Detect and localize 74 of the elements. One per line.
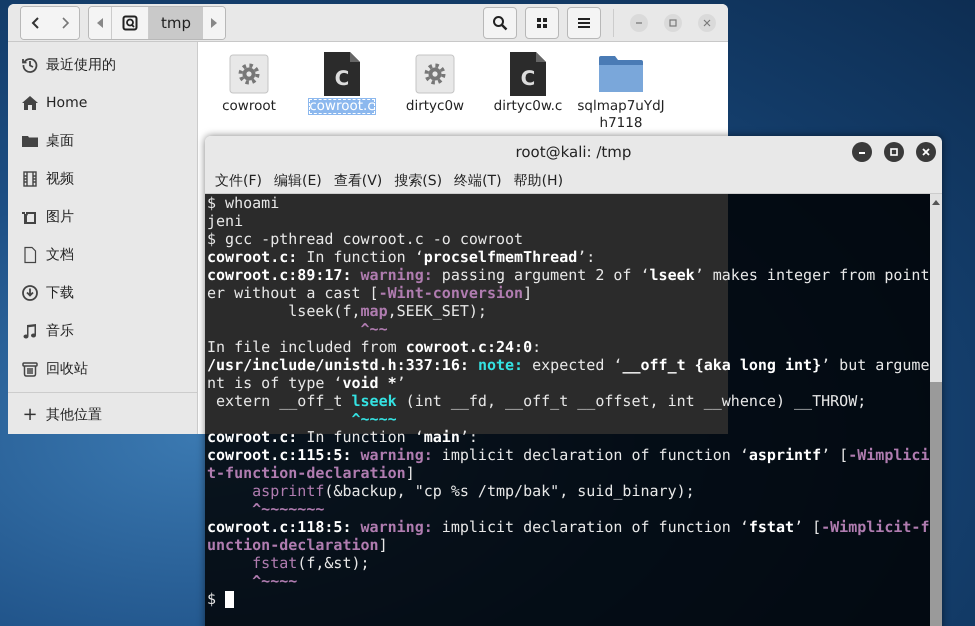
sidebar-item[interactable]: 最近使用的	[46, 56, 116, 74]
terminal-line: t-function-declaration]	[207, 464, 416, 482]
sidebar-item[interactable]: Home	[46, 95, 88, 111]
search-button[interactable]	[483, 6, 517, 38]
back-button[interactable]	[21, 6, 50, 38]
terminal-line: cowroot.c:115:5: warning: implicit declaration of function ‘asprintf’ [-Wimplici	[207, 446, 930, 464]
scroll-up-icon[interactable]	[931, 198, 941, 206]
grid-view-button[interactable]	[525, 6, 559, 38]
menu-item[interactable]: 终端(T)	[448, 172, 508, 190]
file-name[interactable]: sqlmap7uYdJh7118	[575, 98, 667, 132]
close-icon	[702, 18, 712, 28]
menu-item[interactable]: 搜索(S)	[388, 172, 448, 190]
terminal-line: cowroot.c:89:17: warning: passing argument 2 of ‘lseek’ makes integer from point	[207, 266, 930, 284]
terminal-line: er without a cast [-Wint-conversion]	[207, 284, 534, 302]
terminal-line: ^~~~~	[251, 572, 298, 590]
house-icon	[21, 94, 39, 112]
terminal-line: cowroot.c:118:5: warning: implicit declaration of function ‘fstat’ [-Wimplicit-f	[207, 518, 930, 536]
sidebar-item[interactable]: 文档	[46, 246, 74, 264]
menu-item[interactable]: 编辑(E)	[268, 172, 328, 190]
sidebar-item[interactable]: 下载	[46, 284, 74, 302]
sidebar-item[interactable]: 桌面	[46, 132, 74, 150]
clock-icon	[21, 56, 39, 74]
triangle-left-icon	[96, 18, 104, 28]
terminal-line: fstat(f,&st);	[251, 554, 371, 572]
triangle-right-icon	[210, 18, 218, 28]
file-name[interactable]: dirtyc0w.c	[492, 98, 564, 115]
terminal-line: nt is of type ‘void *’	[207, 374, 407, 392]
terminal-line: In file included from cowroot.c:24:0:	[207, 338, 542, 356]
terminal-line: cowroot.c: In function ‘procselfmemThread’:	[207, 248, 596, 266]
other-locations-item[interactable]: 其他位置	[46, 406, 102, 424]
menu-item[interactable]: 文件(F)	[209, 172, 268, 190]
terminal-line: ^~~~~~~~	[251, 500, 326, 518]
maximize-icon	[889, 147, 899, 157]
c-file-icon[interactable]: C	[323, 51, 361, 97]
terminal-line: $ gcc -pthread cowroot.c -o cowroot	[207, 230, 524, 248]
grid-icon	[536, 16, 548, 28]
minimize-button[interactable]	[852, 142, 872, 162]
film-icon	[21, 170, 39, 188]
maximize-button[interactable]	[884, 142, 904, 162]
plus-icon: +	[21, 406, 39, 424]
terminal-line: extern __off_t lseek (int __fd, __off_t __offset, int __whence) __THROW;	[215, 392, 868, 410]
sidebar-item[interactable]: 视频	[46, 170, 74, 188]
shell-prompt: $	[207, 590, 218, 608]
menu-item[interactable]: 帮助(H)	[508, 172, 570, 190]
sidebar-item[interactable]: 回收站	[46, 360, 88, 378]
download-icon	[21, 284, 39, 302]
terminal-line: $ whoami	[207, 194, 280, 212]
terminal-line: jeni	[207, 212, 244, 230]
file-name[interactable]: dirtyc0w	[404, 98, 466, 115]
terminal-line: ^~~	[360, 320, 389, 338]
path-segment-button[interactable]: tmp	[148, 6, 204, 38]
terminal-line: /usr/include/unistd.h:337:16: note: expected ‘__off_t {aka long int}’ but argume	[207, 356, 930, 374]
sidebar-item[interactable]: 音乐	[46, 322, 74, 340]
music-note-icon	[21, 322, 39, 340]
file-name[interactable]: cowroot	[221, 98, 277, 115]
drive-icon	[122, 14, 138, 30]
menu-button[interactable]	[567, 6, 601, 38]
terminal-line: asprintf(&backup, "cp %s /tmp/bak", suid_binary);	[251, 482, 696, 500]
trash-icon	[21, 360, 39, 378]
menu-item[interactable]: 查看(V)	[328, 172, 388, 190]
scrollbar[interactable]	[930, 194, 942, 626]
c-file-icon[interactable]: C	[509, 51, 547, 97]
terminal-line: lseek(f,map,SEEK_SET);	[287, 302, 488, 320]
terminal-line: cowroot.c: In function ‘main’:	[207, 428, 479, 446]
menu-icon	[577, 16, 591, 28]
maximize-icon	[668, 18, 678, 28]
terminal-line: ^~~~~	[350, 410, 398, 428]
terminal-line: unction-declaration]	[207, 536, 389, 554]
scrollbar-thumb[interactable]	[930, 382, 942, 626]
close-button[interactable]	[916, 142, 936, 162]
sidebar-item[interactable]: 图片	[46, 208, 74, 226]
window-title: root@kali: /tmp	[516, 143, 632, 161]
search-icon	[492, 14, 508, 30]
close-icon	[921, 147, 931, 157]
